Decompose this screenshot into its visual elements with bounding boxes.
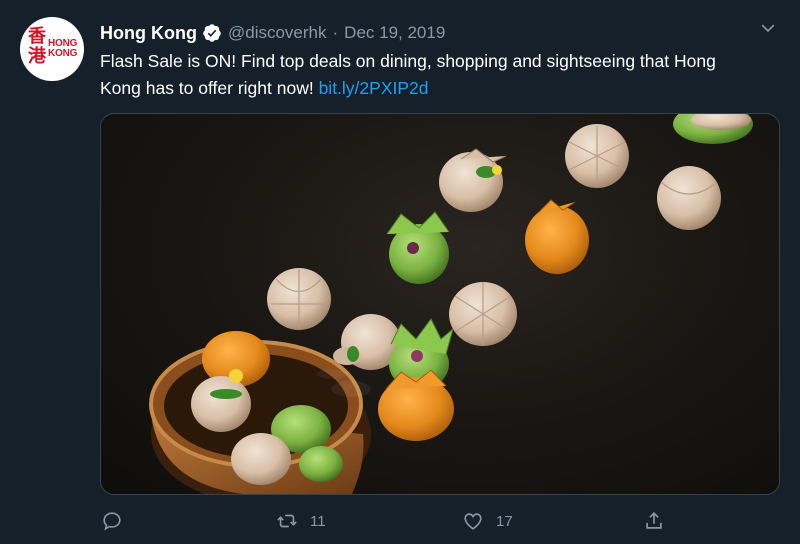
- avatar[interactable]: 香 港 HONG KONG: [20, 17, 84, 81]
- reply-icon: [103, 512, 121, 531]
- tweet-text: Flash Sale is ON! Find top deals on dini…: [100, 48, 760, 102]
- heart-icon: [464, 513, 482, 530]
- retweet-button[interactable]: 11: [276, 505, 326, 537]
- tweet[interactable]: 香 港 HONG KONG Hong Kong @discoverhk · De…: [0, 0, 800, 544]
- author-handle[interactable]: @discoverhk: [228, 23, 327, 43]
- header-separator: ·: [332, 23, 339, 42]
- share-button[interactable]: [643, 505, 665, 537]
- tweet-link[interactable]: bit.ly/2PXIP2d: [319, 78, 429, 98]
- tweet-media-image[interactable]: [100, 113, 780, 495]
- author-name[interactable]: Hong Kong: [100, 23, 197, 44]
- tweet-actions: 11 17: [0, 505, 800, 537]
- reply-button[interactable]: [101, 505, 135, 537]
- like-count: 17: [496, 512, 513, 530]
- avatar-logo-glyph: 香 港: [28, 26, 46, 67]
- tweet-date[interactable]: Dec 19, 2019: [344, 23, 445, 43]
- share-icon: [646, 512, 662, 529]
- verified-badge-icon: [203, 24, 221, 42]
- dumpling-illustration: [149, 114, 753, 494]
- avatar-logo-text: HONG KONG: [48, 38, 78, 59]
- retweet-count: 11: [310, 512, 326, 530]
- retweet-icon: [277, 514, 297, 528]
- tweet-header: Hong Kong @discoverhk · Dec 19, 2019: [100, 21, 445, 45]
- chevron-down-icon[interactable]: [758, 18, 778, 38]
- like-button[interactable]: 17: [462, 505, 513, 537]
